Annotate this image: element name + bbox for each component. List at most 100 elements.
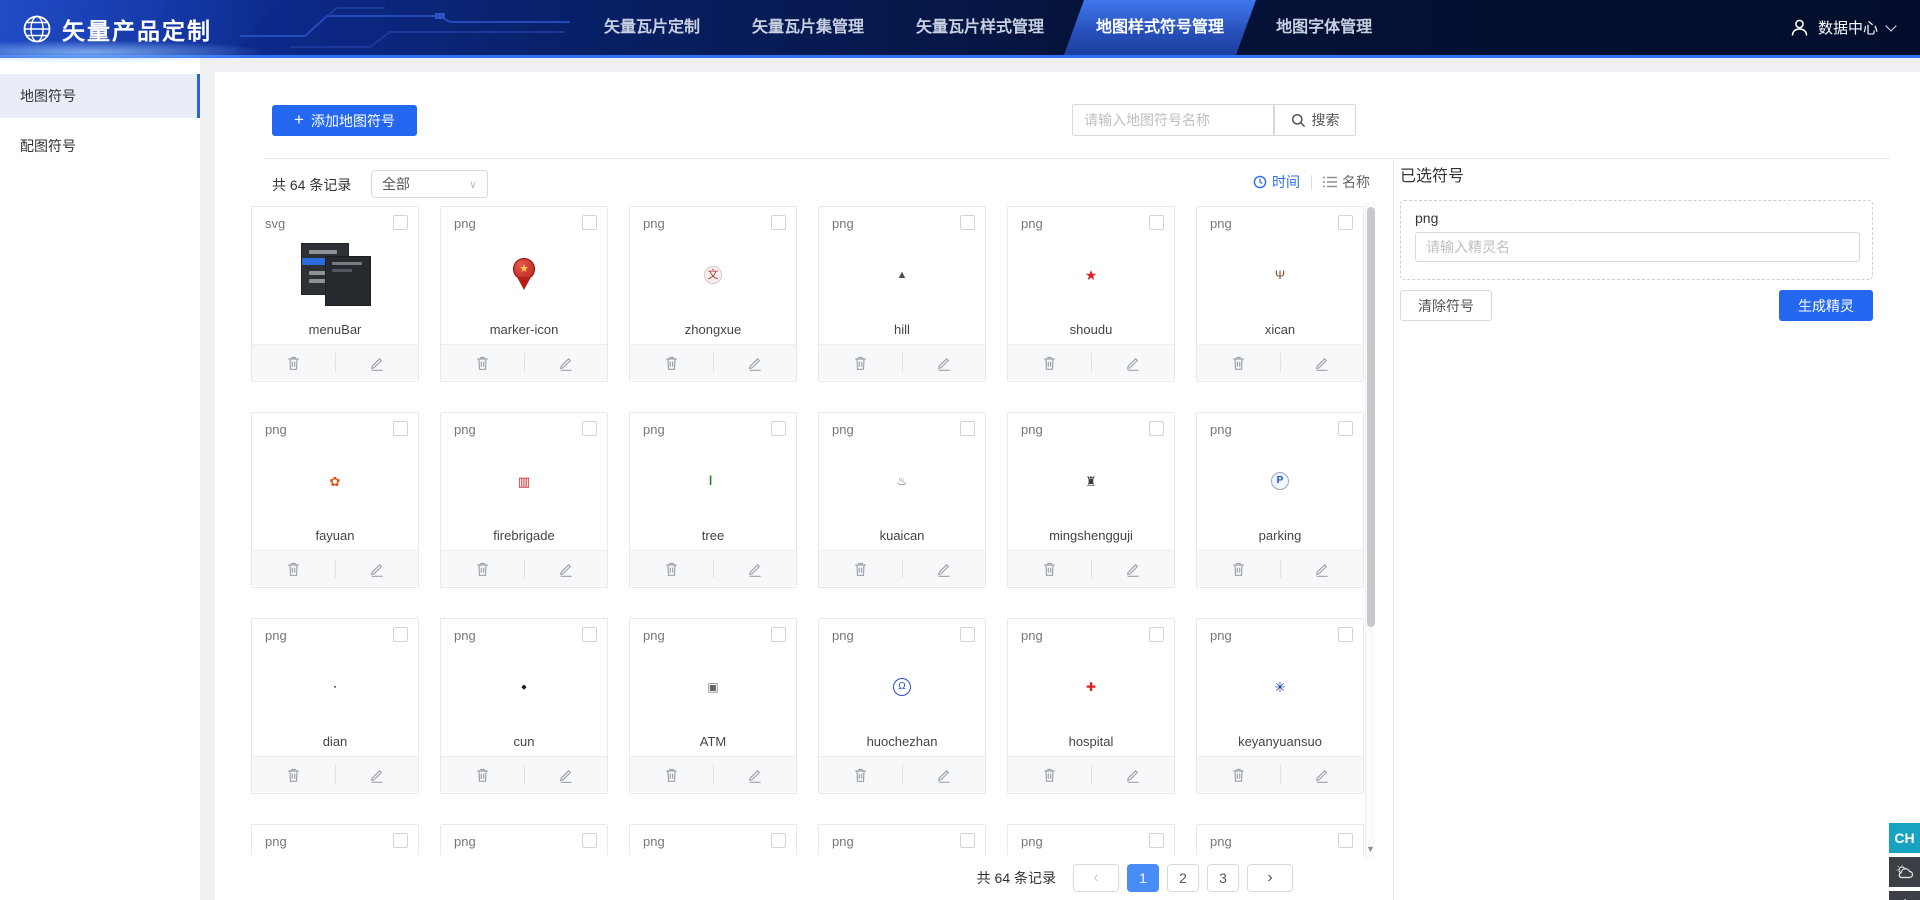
card-checkbox[interactable]: [1149, 215, 1164, 230]
sort-by-time[interactable]: 时间: [1253, 172, 1300, 192]
generate-sprite-button[interactable]: 生成精灵: [1779, 290, 1873, 321]
edit-symbol-button[interactable]: [1280, 551, 1363, 586]
card-checkbox[interactable]: [771, 215, 786, 230]
add-map-symbol-button[interactable]: + 添加地图符号: [272, 105, 417, 136]
sprite-name-input[interactable]: 请输入精灵名: [1415, 232, 1860, 262]
delete-symbol-button[interactable]: [252, 345, 335, 380]
nav-tab-3[interactable]: 矢量瓦片样式管理: [890, 0, 1070, 55]
symbol-card-body[interactable]: png▣ATM: [630, 619, 796, 757]
clear-symbols-button[interactable]: 清除符号: [1400, 290, 1492, 321]
edit-symbol-button[interactable]: [1280, 345, 1363, 380]
card-checkbox[interactable]: [582, 833, 597, 848]
symbol-card-body[interactable]: png★marker-icon: [441, 207, 607, 345]
sidebar-item-1[interactable]: 地图符号: [0, 74, 200, 118]
delete-symbol-button[interactable]: [819, 551, 902, 586]
delete-symbol-button[interactable]: [441, 345, 524, 380]
delete-symbol-button[interactable]: [630, 551, 713, 586]
symbol-card-body[interactable]: pngΩhuochezhan: [819, 619, 985, 757]
edit-symbol-button[interactable]: [1091, 345, 1174, 380]
delete-symbol-button[interactable]: [819, 345, 902, 380]
symbol-card-body[interactable]: png: [819, 825, 985, 855]
card-checkbox[interactable]: [771, 833, 786, 848]
pagination-next-button[interactable]: ›: [1247, 864, 1293, 892]
symbol-card-body[interactable]: png▎tree: [630, 413, 796, 551]
delete-symbol-button[interactable]: [819, 757, 902, 792]
edit-symbol-button[interactable]: [713, 757, 796, 792]
sort-by-name[interactable]: 名称: [1323, 172, 1370, 192]
delete-symbol-button[interactable]: [630, 757, 713, 792]
symbol-card-body[interactable]: png♨kuaican: [819, 413, 985, 551]
delete-symbol-button[interactable]: [252, 551, 335, 586]
card-checkbox[interactable]: [960, 833, 975, 848]
card-checkbox[interactable]: [393, 627, 408, 642]
card-checkbox[interactable]: [582, 421, 597, 436]
symbol-card-body[interactable]: png▪dian: [252, 619, 418, 757]
grid-scrollbar[interactable]: ▼: [1365, 202, 1375, 860]
card-checkbox[interactable]: [393, 421, 408, 436]
search-button[interactable]: 搜索: [1274, 104, 1356, 136]
symbol-card-body[interactable]: png: [1197, 825, 1363, 855]
card-checkbox[interactable]: [1149, 627, 1164, 642]
symbol-card-body[interactable]: png▲hill: [819, 207, 985, 345]
card-checkbox[interactable]: [393, 833, 408, 848]
card-checkbox[interactable]: [771, 627, 786, 642]
edit-symbol-button[interactable]: [524, 757, 607, 792]
user-menu[interactable]: 数据中心: [1790, 0, 1895, 55]
symbol-card-body[interactable]: png♜mingshengguji: [1008, 413, 1174, 551]
delete-symbol-button[interactable]: [252, 757, 335, 792]
delete-symbol-button[interactable]: [1008, 757, 1091, 792]
card-checkbox[interactable]: [582, 215, 597, 230]
nav-tab-2[interactable]: 矢量瓦片集管理: [726, 0, 890, 55]
edit-symbol-button[interactable]: [335, 551, 418, 586]
edit-symbol-button[interactable]: [1091, 757, 1174, 792]
pagination-page-1[interactable]: 1: [1127, 864, 1159, 892]
symbol-card-body[interactable]: png: [1008, 825, 1174, 855]
delete-symbol-button[interactable]: [1197, 757, 1280, 792]
nav-tab-1[interactable]: 矢量瓦片定制: [578, 0, 726, 55]
weather-widget[interactable]: [1889, 857, 1920, 887]
symbol-card-body[interactable]: png: [630, 825, 796, 855]
edit-symbol-button[interactable]: [902, 757, 985, 792]
settings-widget[interactable]: [1889, 891, 1920, 900]
symbol-card-body[interactable]: png★shoudu: [1008, 207, 1174, 345]
symbol-card-body[interactable]: png◆cun: [441, 619, 607, 757]
edit-symbol-button[interactable]: [713, 551, 796, 586]
symbol-card-body[interactable]: png文zhongxue: [630, 207, 796, 345]
symbol-search-input[interactable]: 请输入地图符号名称: [1072, 104, 1274, 136]
scrollbar-down-arrow[interactable]: ▼: [1366, 844, 1375, 854]
symbol-card-body[interactable]: png✚hospital: [1008, 619, 1174, 757]
edit-symbol-button[interactable]: [902, 551, 985, 586]
symbol-card-body[interactable]: png: [441, 825, 607, 855]
delete-symbol-button[interactable]: [1008, 551, 1091, 586]
symbol-card-body[interactable]: png▥firebrigade: [441, 413, 607, 551]
edit-symbol-button[interactable]: [713, 345, 796, 380]
card-checkbox[interactable]: [960, 215, 975, 230]
card-checkbox[interactable]: [1338, 215, 1353, 230]
edit-symbol-button[interactable]: [1091, 551, 1174, 586]
type-filter-select[interactable]: 全部 ∨: [371, 170, 488, 198]
symbol-card-body[interactable]: svgmenuBar: [252, 207, 418, 345]
card-checkbox[interactable]: [393, 215, 408, 230]
delete-symbol-button[interactable]: [630, 345, 713, 380]
edit-symbol-button[interactable]: [335, 345, 418, 380]
symbol-card-body[interactable]: png✿fayuan: [252, 413, 418, 551]
card-checkbox[interactable]: [1149, 833, 1164, 848]
delete-symbol-button[interactable]: [441, 757, 524, 792]
card-checkbox[interactable]: [1338, 421, 1353, 436]
edit-symbol-button[interactable]: [524, 345, 607, 380]
pagination-page-3[interactable]: 3: [1207, 864, 1239, 892]
symbol-card-body[interactable]: pngΨxican: [1197, 207, 1363, 345]
pagination-prev-button[interactable]: ‹: [1073, 864, 1119, 892]
symbol-card-body[interactable]: png: [252, 825, 418, 855]
edit-symbol-button[interactable]: [1280, 757, 1363, 792]
translate-badge[interactable]: CH: [1889, 823, 1920, 853]
card-checkbox[interactable]: [1338, 627, 1353, 642]
card-checkbox[interactable]: [960, 421, 975, 436]
delete-symbol-button[interactable]: [441, 551, 524, 586]
card-checkbox[interactable]: [582, 627, 597, 642]
edit-symbol-button[interactable]: [902, 345, 985, 380]
card-checkbox[interactable]: [1149, 421, 1164, 436]
symbol-card-body[interactable]: png✳keyanyuansuo: [1197, 619, 1363, 757]
symbol-card-body[interactable]: pngPparking: [1197, 413, 1363, 551]
card-checkbox[interactable]: [960, 627, 975, 642]
